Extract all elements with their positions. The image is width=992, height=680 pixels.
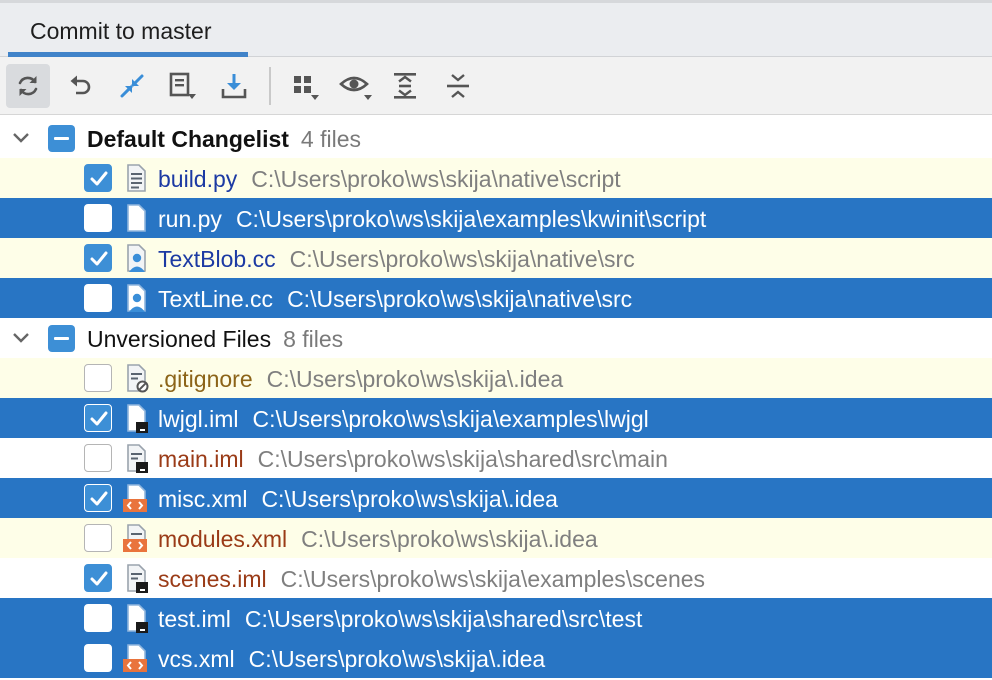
file-path: C:\Users\proko\ws\skija\.idea xyxy=(248,646,546,672)
changes-tree: Default Changelist 4 files build.py C:\U… xyxy=(0,116,992,680)
file-name: build.py xyxy=(158,166,238,192)
collapse-all-icon xyxy=(447,74,469,98)
group-file-count: 8 files xyxy=(283,326,344,352)
group-name: Default Changelist xyxy=(87,126,289,152)
rollback-icon xyxy=(70,75,91,95)
update-button[interactable] xyxy=(212,64,256,108)
xml-file-icon xyxy=(120,522,152,554)
tab-commit[interactable]: Commit to master xyxy=(8,3,248,57)
file-row[interactable]: test.iml C:\Users\proko\ws\skija\shared\… xyxy=(0,598,992,638)
tab-bar: Commit to master xyxy=(0,0,992,57)
text-file-icon xyxy=(120,162,152,194)
file-path: C:\Users\proko\ws\skija\.idea xyxy=(261,486,558,512)
file-row[interactable]: scenes.iml C:\Users\proko\ws\skija\examp… xyxy=(0,558,992,598)
file-row[interactable]: TextBlob.cc C:\Users\proko\ws\skija\nati… xyxy=(0,238,992,278)
file-path: C:\Users\proko\ws\skija\shared\src\main xyxy=(257,446,668,472)
file-name: modules.xml xyxy=(158,526,288,552)
file-name: TextBlob.cc xyxy=(158,246,276,272)
module-file-icon xyxy=(120,562,152,594)
ignore-file-icon xyxy=(120,362,152,394)
file-path: C:\Users\proko\ws\skija\.idea xyxy=(301,526,598,552)
module-file-icon xyxy=(120,402,152,434)
module-file-icon xyxy=(120,602,152,634)
chevron-down-icon[interactable] xyxy=(10,328,32,348)
show-diff-button[interactable] xyxy=(110,64,154,108)
module-file-icon xyxy=(120,442,152,474)
file-checkbox[interactable] xyxy=(84,644,112,672)
move-to-changelist-icon xyxy=(169,72,196,99)
file-name: test.iml xyxy=(158,606,231,632)
xml-file-icon xyxy=(120,482,152,514)
file-checkbox[interactable] xyxy=(84,524,112,552)
file-row[interactable]: main.iml C:\Users\proko\ws\skija\shared\… xyxy=(0,438,992,478)
view-options-icon xyxy=(339,76,372,100)
show-diff-icon xyxy=(120,74,144,98)
move-to-changelist-button[interactable] xyxy=(160,64,204,108)
refresh-icon xyxy=(18,76,38,96)
group-checkbox-partial[interactable] xyxy=(48,125,75,152)
file-name: misc.xml xyxy=(158,486,248,512)
rollback-button[interactable] xyxy=(58,64,102,108)
file-row[interactable]: .gitignore C:\Users\proko\ws\skija\.idea xyxy=(0,358,992,398)
file-checkbox[interactable] xyxy=(84,164,112,192)
changelist-group-row[interactable]: Default Changelist 4 files xyxy=(0,118,992,158)
file-row[interactable]: modules.xml C:\Users\proko\ws\skija\.ide… xyxy=(0,518,992,558)
file-row[interactable]: TextLine.cc C:\Users\proko\ws\skija\nati… xyxy=(0,278,992,318)
xml-file-icon xyxy=(120,642,152,674)
expand-all-icon xyxy=(394,73,416,99)
file-checkbox[interactable] xyxy=(84,404,112,432)
changelist-group-row[interactable]: Unversioned Files 8 files xyxy=(0,318,992,358)
file-checkbox[interactable] xyxy=(84,284,112,312)
group-by-icon xyxy=(294,76,319,100)
file-checkbox[interactable] xyxy=(84,484,112,512)
file-checkbox[interactable] xyxy=(84,444,112,472)
file-path: C:\Users\proko\ws\skija\examples\kwinit\… xyxy=(235,206,707,232)
file-path: C:\Users\proko\ws\skija\native\src xyxy=(287,286,633,312)
file-path: C:\Users\proko\ws\skija\native\src xyxy=(289,246,635,272)
commit-toolbar xyxy=(0,57,992,115)
toolbar-separator xyxy=(269,67,271,105)
tab-label: Commit to master xyxy=(30,18,212,44)
file-row[interactable]: run.py C:\Users\proko\ws\skija\examples\… xyxy=(0,198,992,238)
file-name: .gitignore xyxy=(158,366,253,392)
file-checkbox[interactable] xyxy=(84,564,112,592)
user-file-icon xyxy=(120,242,152,274)
group-name: Unversioned Files xyxy=(87,326,272,352)
refresh-button[interactable] xyxy=(6,64,50,108)
file-name: vcs.xml xyxy=(158,646,235,672)
group-checkbox-partial[interactable] xyxy=(48,325,75,352)
file-path: C:\Users\proko\ws\skija\shared\src\test xyxy=(244,606,643,632)
file-name: scenes.iml xyxy=(158,566,267,592)
file-path: C:\Users\proko\ws\skija\examples\scenes xyxy=(280,566,706,592)
file-checkbox[interactable] xyxy=(84,244,112,272)
file-name: run.py xyxy=(158,206,222,232)
group-file-count: 4 files xyxy=(300,126,362,152)
file-name: TextLine.cc xyxy=(158,286,274,312)
file-name: main.iml xyxy=(158,446,244,472)
text-file-icon xyxy=(120,202,152,234)
file-row[interactable]: misc.xml C:\Users\proko\ws\skija\.idea xyxy=(0,478,992,518)
view-options-button[interactable] xyxy=(334,64,378,108)
file-path: C:\Users\proko\ws\skija\.idea xyxy=(266,366,564,392)
update-icon xyxy=(221,74,247,99)
file-name: lwjgl.iml xyxy=(158,406,239,432)
collapse-all-button[interactable] xyxy=(436,64,480,108)
file-checkbox[interactable] xyxy=(84,204,112,232)
file-path: C:\Users\proko\ws\skija\native\script xyxy=(251,166,621,192)
group-by-button[interactable] xyxy=(282,64,326,108)
file-checkbox[interactable] xyxy=(84,604,112,632)
expand-all-button[interactable] xyxy=(383,64,427,108)
user-file-icon xyxy=(120,282,152,314)
file-path: C:\Users\proko\ws\skija\examples\lwjgl xyxy=(252,406,649,432)
file-row[interactable]: vcs.xml C:\Users\proko\ws\skija\.idea xyxy=(0,638,992,678)
chevron-down-icon[interactable] xyxy=(10,128,32,148)
file-row[interactable]: lwjgl.iml C:\Users\proko\ws\skija\exampl… xyxy=(0,398,992,438)
file-row[interactable]: build.py C:\Users\proko\ws\skija\native\… xyxy=(0,158,992,198)
file-checkbox[interactable] xyxy=(84,364,112,392)
